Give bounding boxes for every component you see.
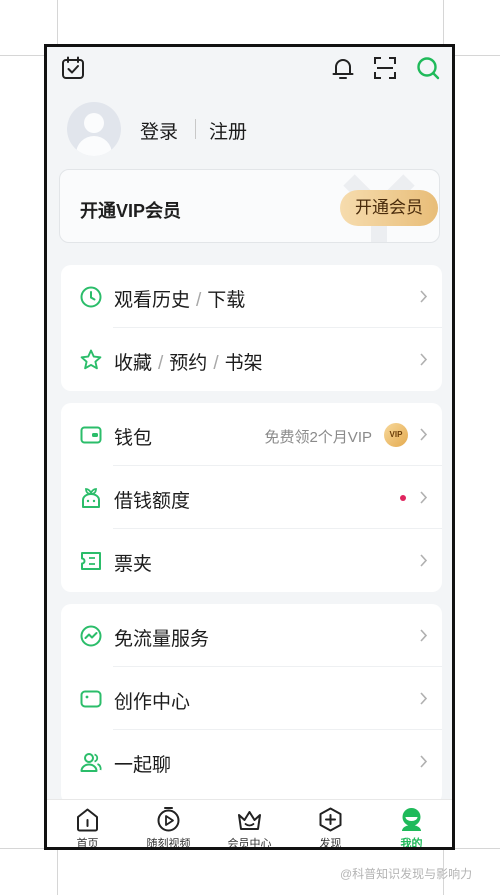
ticket-holder-row[interactable]: 票夹 [61, 529, 442, 592]
chevron-right-icon [420, 692, 428, 705]
nav-suike-video-label: 随刻视频 [146, 838, 191, 850]
vip-badge: VIP [384, 423, 408, 447]
nav-discover-label: 发现 [319, 838, 342, 850]
favorites-label: 收藏 / 预约 / 书架 [114, 348, 263, 375]
vip-banner[interactable]: 开通VIP会员 开通会员 [59, 169, 440, 243]
calendar-check-icon[interactable] [60, 55, 86, 81]
watermark: @科普知识发现与影响力 [340, 867, 473, 881]
wallet-card: 钱包 免费领2个月VIP VIP 借钱额度 票夹 [61, 403, 442, 592]
nav-home-label: 首页 [76, 838, 99, 850]
camera-icon [80, 690, 102, 708]
wallet-promo-text: 免费领2个月VIP [264, 429, 372, 446]
chevron-right-icon [420, 290, 428, 303]
nav-mine-label: 我的 [400, 838, 423, 850]
plus-icon [319, 807, 342, 832]
search-icon[interactable] [415, 55, 441, 81]
crown-icon [238, 811, 261, 830]
avatar-body [76, 136, 112, 156]
favorites-row[interactable]: 收藏 / 预约 / 书架 [61, 328, 442, 391]
wallet-row[interactable]: 钱包 免费领2个月VIP VIP [61, 403, 442, 466]
slash: / [158, 353, 164, 374]
nav-member-center[interactable]: 会员中心 [209, 800, 290, 850]
wallet-icon [80, 426, 102, 444]
home-icon [77, 808, 98, 832]
phone-frame: 登录 注册 开通VIP会员 开通会员 观看历史 / 下载 收藏 / 预约 / 书… [44, 44, 455, 850]
chat-together-label: 一起聊 [114, 755, 172, 776]
nav-suike-video[interactable]: 随刻视频 [128, 800, 209, 850]
top-bar [47, 47, 452, 91]
history-favorites-card: 观看历史 / 下载 收藏 / 预约 / 书架 [61, 265, 442, 391]
star-icon [80, 349, 102, 370]
divider [195, 119, 196, 139]
avatar[interactable] [67, 102, 121, 156]
vip-title: 开通VIP会员 [80, 201, 182, 221]
chevron-right-icon [420, 554, 428, 567]
clock-icon [80, 286, 102, 308]
download-link[interactable]: 下载 [207, 290, 245, 311]
my-page: 登录 注册 开通VIP会员 开通会员 观看历史 / 下载 收藏 / 预约 / 书… [47, 47, 452, 847]
ticket-icon [81, 552, 101, 570]
ticket-holder-label: 票夹 [114, 554, 153, 575]
traffic-icon [80, 625, 102, 647]
nav-mine[interactable]: 我的 [371, 800, 452, 850]
nav-home[interactable]: 首页 [47, 800, 128, 850]
avatar-head [84, 113, 104, 133]
loan-limit-label: 借钱额度 [114, 491, 191, 512]
reserve-link[interactable]: 预约 [169, 353, 207, 374]
history-download-row[interactable]: 观看历史 / 下载 [61, 265, 442, 328]
history-download-label: 观看历史 / 下载 [114, 285, 245, 312]
bell-icon[interactable] [330, 55, 356, 81]
free-traffic-label: 免流量服务 [114, 629, 210, 650]
chevron-right-icon [420, 491, 428, 504]
chevron-right-icon [420, 629, 428, 642]
loan-limit-row[interactable]: 借钱额度 [61, 466, 442, 529]
people-icon [80, 753, 102, 772]
services-card: 免流量服务 创作中心 一起聊 [61, 604, 442, 804]
chevron-right-icon [420, 755, 428, 768]
creator-center-row[interactable]: 创作中心 [61, 667, 442, 730]
login-link[interactable]: 登录 [140, 117, 178, 144]
nav-member-center-label: 会员中心 [227, 838, 272, 850]
chevron-right-icon [420, 353, 428, 366]
bookshelf-link[interactable]: 书架 [225, 353, 263, 374]
bottom-nav: 首页 随刻视频 会员中心 发现 我的 [47, 799, 452, 850]
slash: / [213, 353, 219, 374]
nav-discover[interactable]: 发现 [290, 800, 371, 850]
history-link[interactable]: 观看历史 [114, 290, 190, 311]
register-link[interactable]: 注册 [209, 117, 247, 144]
profile-header: 登录 注册 [67, 102, 427, 158]
slash: / [196, 290, 202, 311]
sprout-icon [82, 488, 100, 508]
wallet-label: 钱包 [114, 428, 153, 449]
chevron-right-icon [420, 428, 428, 441]
play-icon [157, 807, 180, 832]
free-traffic-row[interactable]: 免流量服务 [61, 604, 442, 667]
creator-center-label: 创作中心 [114, 692, 191, 713]
scan-icon[interactable] [372, 55, 398, 81]
notification-dot [400, 495, 406, 501]
collect-link[interactable]: 收藏 [114, 353, 152, 374]
open-vip-button[interactable]: 开通会员 [340, 190, 438, 226]
profile-icon [402, 808, 421, 831]
chat-together-row[interactable]: 一起聊 [61, 730, 442, 793]
